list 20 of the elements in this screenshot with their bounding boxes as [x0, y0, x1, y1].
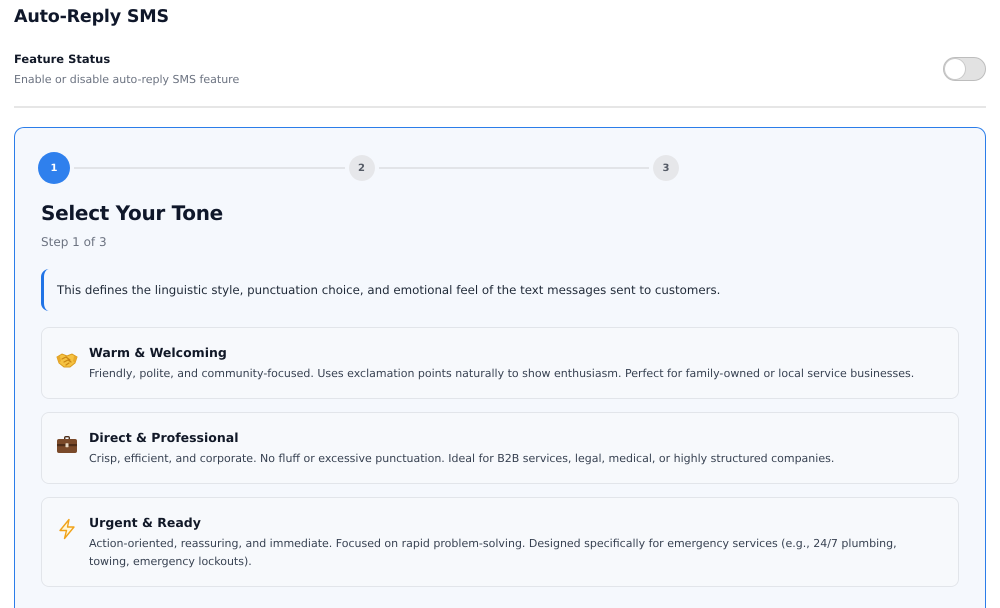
- tone-option-card[interactable]: Direct & Professional Crisp, efficient, and corporate. No fluff or excessive punctuation. Ideal for B2B services, legal, medical, or highly structured companies.: [41, 412, 959, 484]
- tone-option-card[interactable]: Urgent & Ready Action-oriented, reassuring, and immediate. Focused on rapid problem-solving. Designed specifically for emergency services (e.g., 24/7 plumbing, towing, emergency lockouts).: [41, 497, 959, 587]
- tone-description: Friendly, polite, and community-focused. Uses exclamation points naturally to show enthusiasm. Perfect for family-owned or local service businesses.: [89, 366, 916, 382]
- briefcase-icon: [56, 433, 78, 455]
- tone-title: Direct & Professional: [89, 429, 240, 447]
- page-title: Auto-Reply SMS: [14, 6, 170, 29]
- toggle-switch[interactable]: [943, 57, 986, 81]
- step-indicator: 2: [348, 155, 374, 181]
- step-indicator: 3: [653, 155, 679, 181]
- info-callout: This defines the linguistic style, punctuation choice, and emotional feel of the text messages sent to customers.: [41, 269, 959, 311]
- tone-description: Action-oriented, reassuring, and immediate. Focused on rapid problem-solving. Designed specifically for emergency services (e.g., 24/7 plumbing, towing, emergency lockouts).: [89, 536, 898, 570]
- tone-description: Crisp, efficient, and corporate. No fluff or excessive punctuation. Ideal for B2B services, legal, medical, or highly structured companies.: [89, 451, 836, 467]
- tone-title: Urgent & Ready: [89, 514, 202, 532]
- tone-title: Warm & Welcoming: [89, 344, 228, 362]
- feature-description: Enable or disable auto-reply SMS feature: [14, 72, 240, 88]
- step-heading: Select Your Tone: [41, 200, 224, 227]
- tone-option-card[interactable]: Warm & Welcoming Friendly, polite, and community-focused. Uses exclamation points naturally to show enthusiasm. Perfect for family-owned or local service businesses.: [41, 327, 959, 399]
- step-indicator: 1: [38, 152, 70, 184]
- feature-label: Feature Status: [14, 51, 112, 68]
- step-counter: Step 1 of 3: [41, 234, 108, 250]
